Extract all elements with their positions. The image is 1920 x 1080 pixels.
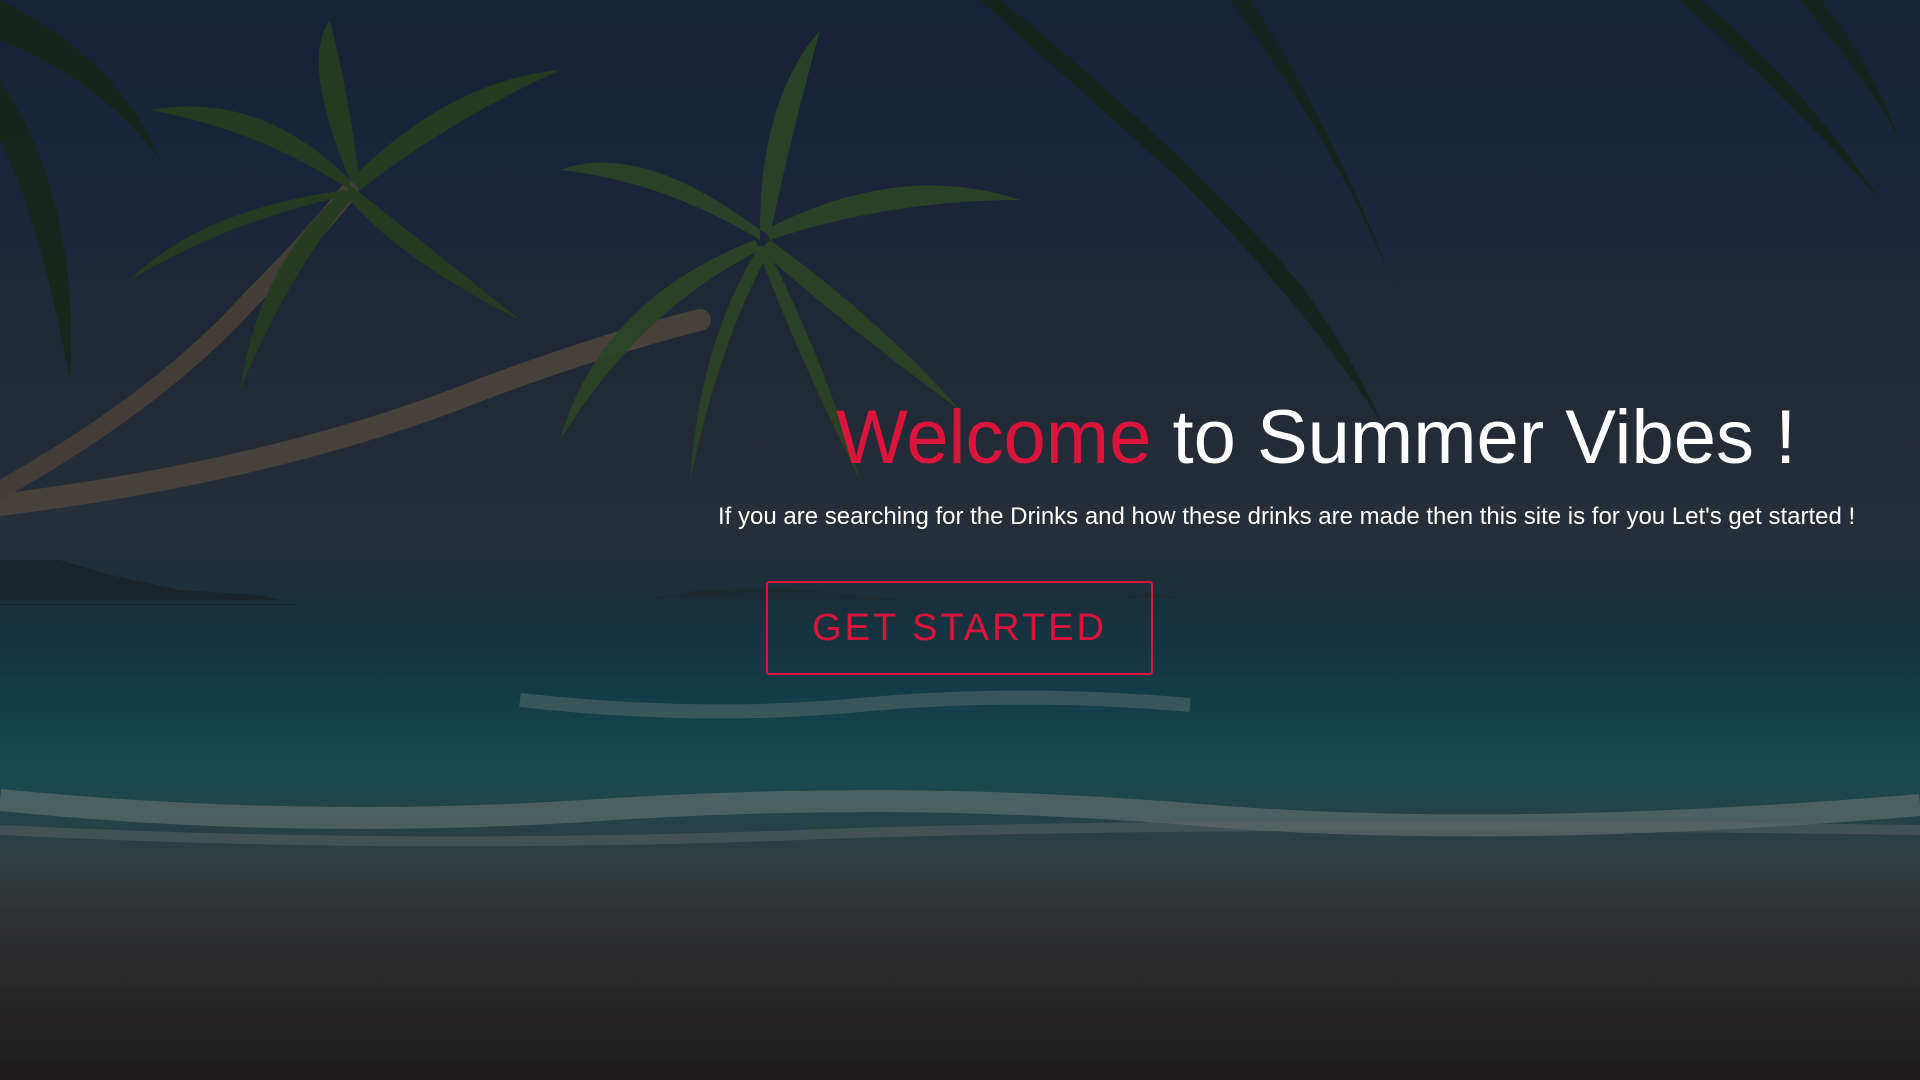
hero-section: Welcome to Summer Vibes ! If you are sea… — [0, 0, 1920, 1080]
headline-rest: to Summer Vibes ! — [1151, 395, 1797, 480]
get-started-button[interactable]: GET STARTED — [766, 581, 1153, 675]
dark-overlay — [0, 0, 1920, 1080]
hero-tagline: If you are searching for the Drinks and … — [718, 503, 1856, 530]
headline-accent-word: Welcome — [836, 395, 1152, 480]
hero-headline: Welcome to Summer Vibes ! — [836, 400, 1796, 476]
